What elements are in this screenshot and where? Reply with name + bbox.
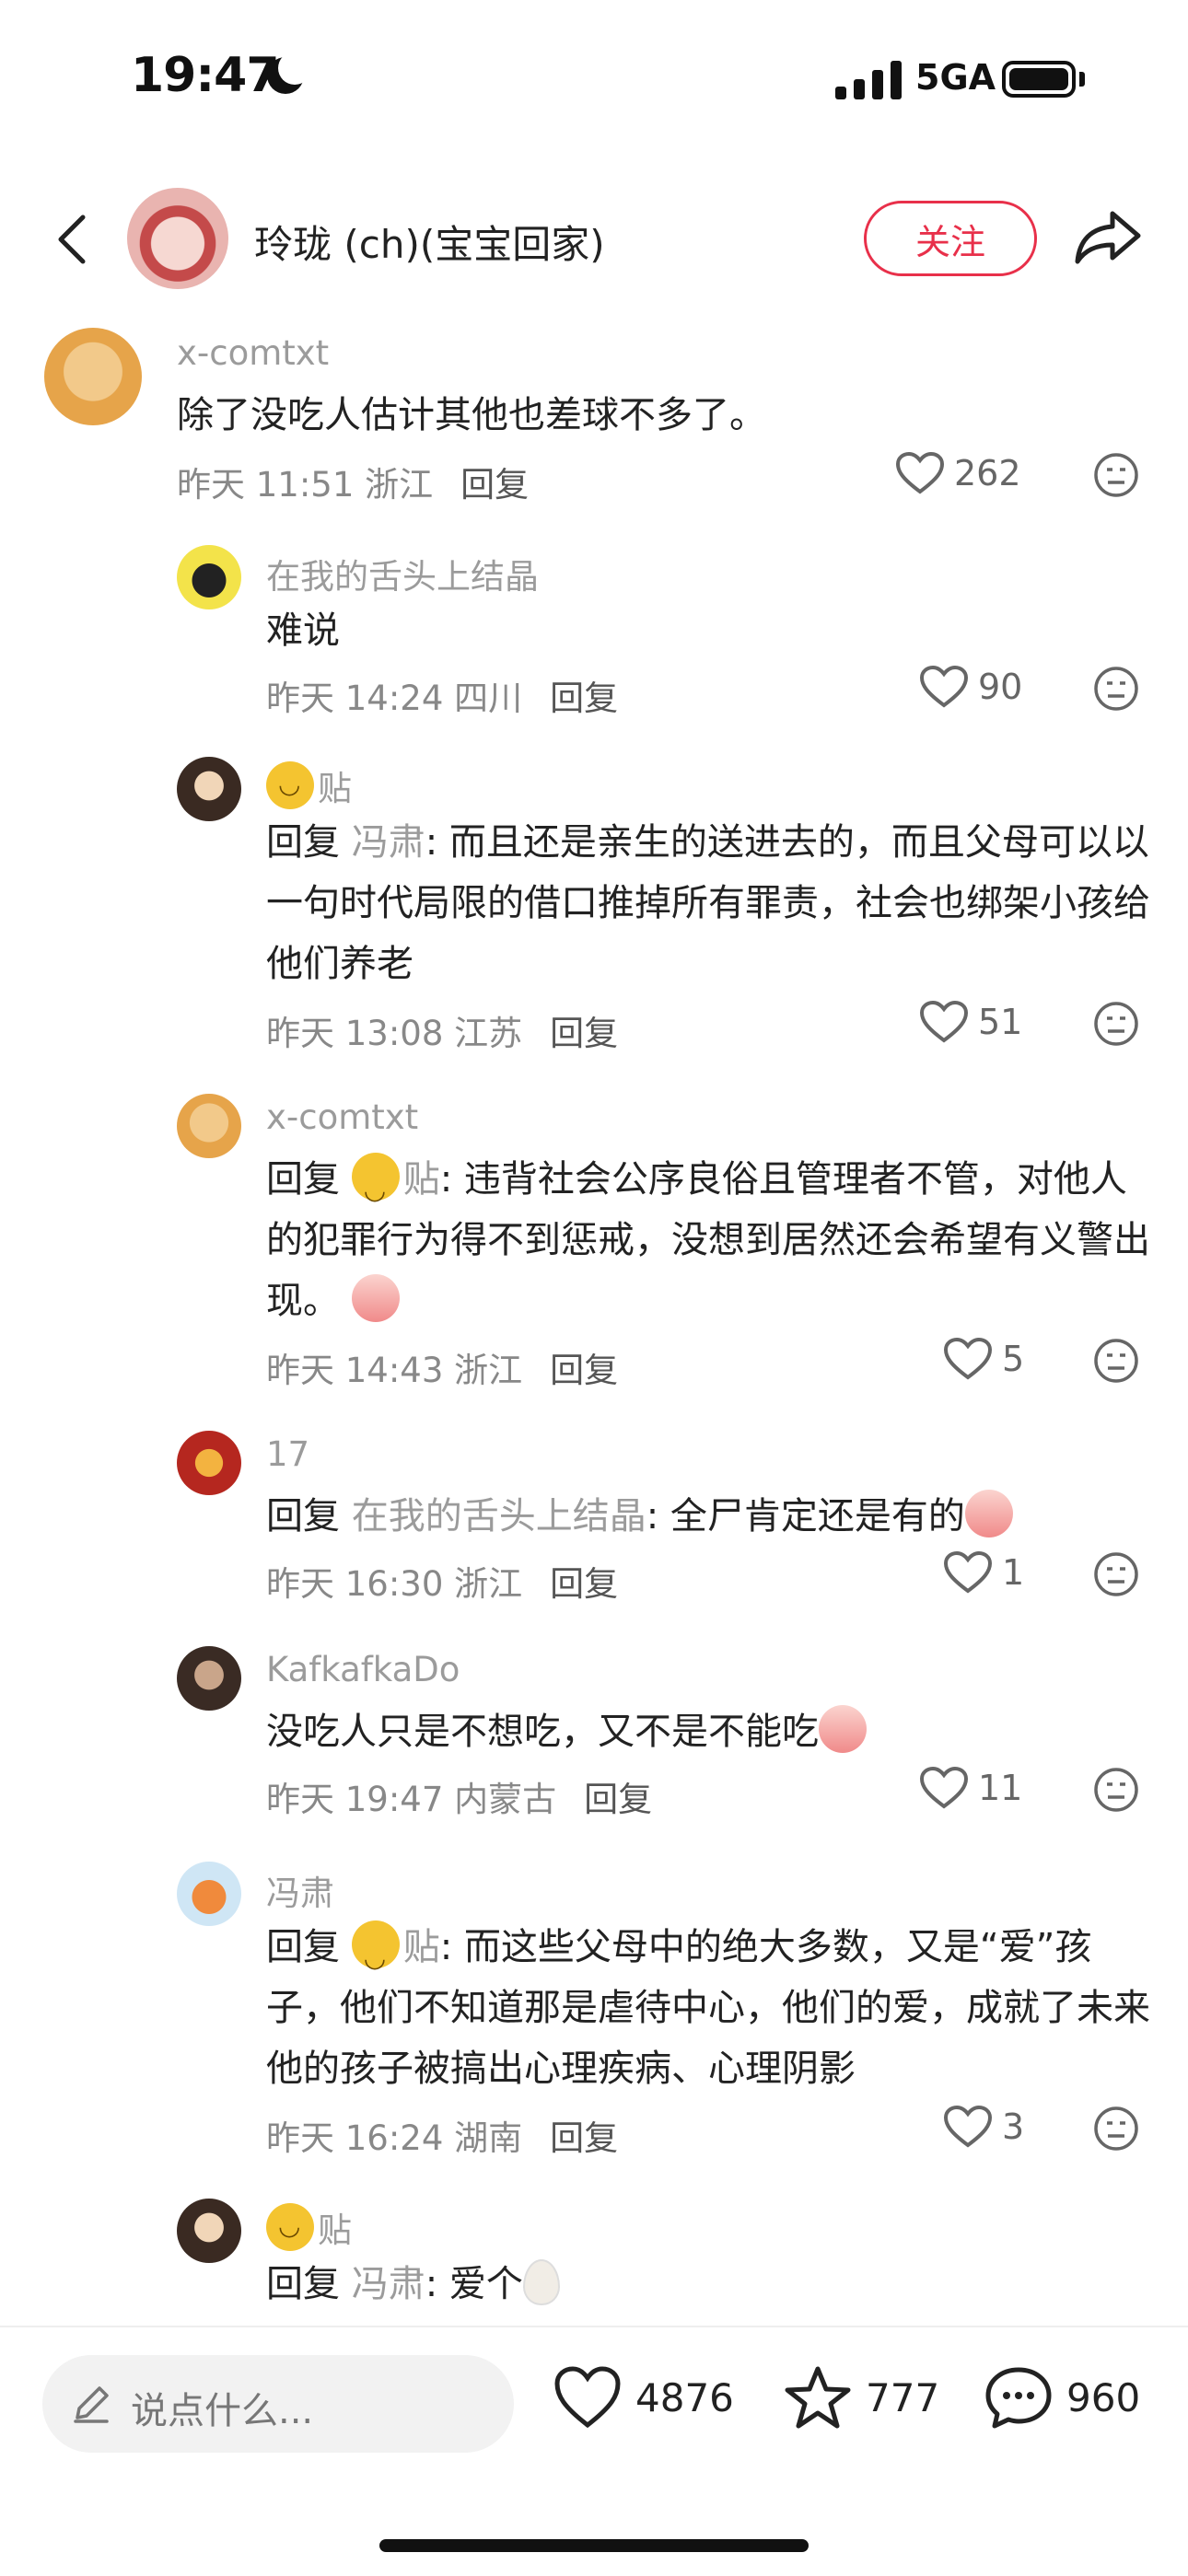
like-button[interactable]: 11	[919, 1766, 1022, 1810]
comment-username[interactable]: 贴	[266, 2202, 352, 2252]
comment-username[interactable]: KafkafkaDo	[266, 1650, 460, 1689]
reply-button[interactable]: 回复	[550, 1564, 618, 1604]
input-placeholder: 说点什么...	[131, 2390, 314, 2432]
comment-meta: 昨天 16:24 湖南 回复	[266, 2118, 619, 2158]
comment-meta: 昨天 14:24 四川 回复	[266, 679, 619, 718]
avatar[interactable]	[177, 1431, 241, 1495]
comment-username[interactable]: x-comtxt	[266, 1097, 418, 1137]
status-time: 19:47	[131, 48, 280, 103]
smile-emoji-icon	[351, 1153, 400, 1221]
crying-peach-emoji-icon	[964, 1490, 1013, 1537]
comment-input[interactable]: 说点什么...	[42, 2355, 514, 2453]
bottom-action-bar: 说点什么... 4876 777 960	[0, 2326, 1188, 2576]
like-button[interactable]: 3	[943, 2105, 1024, 2149]
dislike-icon[interactable]	[1092, 1000, 1140, 1048]
reply-button[interactable]: 回复	[550, 679, 618, 718]
avatar[interactable]	[177, 545, 241, 609]
avatar[interactable]	[177, 1094, 241, 1158]
heart-icon	[895, 451, 945, 494]
avatar[interactable]	[177, 1646, 241, 1711]
battery-cap	[1079, 72, 1085, 87]
comment-meta: 昨天 19:47 内蒙古 回复	[266, 1780, 653, 1819]
heart-icon	[943, 2105, 993, 2148]
comment-username[interactable]: 贴	[266, 760, 352, 810]
author-name[interactable]: 玲珑 (ch)(宝宝回家)	[254, 214, 605, 270]
back-icon[interactable]	[46, 212, 101, 267]
share-icon[interactable]	[1074, 208, 1142, 267]
signal-icon	[835, 59, 902, 99]
reply-button[interactable]: 回复	[550, 1014, 618, 1053]
comment-text: 没吃人只是不想吃，又不是不能吃	[266, 1701, 1150, 1762]
comment-username[interactable]: 冯肃	[266, 1865, 334, 1915]
battery-icon	[1002, 61, 1076, 98]
dislike-icon[interactable]	[1092, 451, 1140, 499]
smile-emoji-icon	[351, 1920, 400, 1989]
comment-text: 回复 在我的舌头上结晶: 全尸肯定还是有的	[266, 1486, 1150, 1547]
like-button[interactable]: 51	[919, 1000, 1022, 1044]
favorite-button[interactable]: 777	[783, 2364, 939, 2431]
like-button[interactable]: 1	[943, 1550, 1024, 1595]
avatar[interactable]	[44, 328, 142, 425]
dislike-icon[interactable]	[1092, 2105, 1140, 2152]
pencil-icon	[74, 2386, 109, 2423]
heart-icon	[554, 2366, 621, 2429]
comment-text: 除了没吃人估计其他也差球不多了。	[177, 394, 766, 436]
heart-icon	[919, 665, 969, 708]
header: 玲珑 (ch)(宝宝回家) 关注	[0, 184, 1188, 296]
reply-button[interactable]: 回复	[460, 465, 529, 505]
status-bar: 19:47 5GA	[0, 0, 1188, 157]
like-post-button[interactable]: 4876	[553, 2364, 734, 2431]
dislike-icon[interactable]	[1092, 665, 1140, 713]
comment-meta: 昨天 13:08 江苏 回复	[266, 1014, 619, 1053]
comment-meta: 昨天 16:30 浙江 回复	[266, 1564, 619, 1604]
follow-button[interactable]: 关注	[864, 201, 1037, 276]
comment-bubble-icon	[985, 2367, 1052, 2429]
reply-button[interactable]: 回复	[550, 2118, 618, 2158]
avatar[interactable]	[177, 757, 241, 821]
like-button[interactable]: 262	[895, 451, 1021, 495]
heart-icon	[919, 1000, 969, 1043]
heart-icon	[919, 1766, 969, 1809]
egg-emoji-icon	[522, 2259, 560, 2305]
reply-button[interactable]: 回复	[584, 1780, 652, 1819]
comment-meta: 昨天 14:43 浙江 回复	[266, 1351, 619, 1390]
dislike-icon[interactable]	[1092, 1337, 1140, 1385]
star-icon	[785, 2366, 851, 2429]
crying-peach-emoji-icon	[819, 1705, 867, 1753]
smile-emoji-icon	[266, 761, 314, 809]
comments-button[interactable]: 960	[984, 2364, 1140, 2431]
heart-icon	[943, 1337, 993, 1380]
comment-username[interactable]: 17	[266, 1434, 309, 1474]
comment-text: 回复 冯肃: 而且还是亲生的送进去的，而且父母可以以一句时代局限的借口推掉所有罪…	[266, 821, 1150, 985]
like-button[interactable]: 5	[943, 1337, 1024, 1381]
dislike-icon[interactable]	[1092, 1550, 1140, 1598]
comment-text: 回复 冯肃: 爱个	[266, 2254, 1150, 2315]
reply-button[interactable]: 回复	[550, 1351, 618, 1390]
comment-text: 难说	[266, 609, 340, 652]
like-button[interactable]: 90	[919, 665, 1022, 709]
network-type: 5GA	[915, 57, 996, 98]
moon-icon	[267, 52, 311, 94]
heart-icon	[943, 1550, 993, 1594]
smile-emoji-icon	[266, 2203, 314, 2251]
comment-list[interactable]: x-comtxt 除了没吃人估计其他也差球不多了。 昨天 11:51 浙江 回复 …	[0, 313, 1188, 2320]
comment-username[interactable]: x-comtxt	[177, 333, 329, 373]
comment-text: 回复 贴: 而这些父母中的绝大多数，又是“爱”孩子，他们不知道那是虐待中心，他们…	[266, 1917, 1150, 2099]
author-avatar[interactable]	[127, 188, 228, 289]
home-indicator[interactable]	[379, 2539, 809, 2552]
comment-username[interactable]: 在我的舌头上结晶	[266, 549, 539, 598]
avatar[interactable]	[177, 1862, 241, 1926]
avatar[interactable]	[177, 2199, 241, 2263]
comment-meta: 昨天 11:51 浙江 回复	[177, 465, 530, 505]
comment-text: 回复 贴: 违背社会公序良俗且管理者不管，对他人的犯罪行为得不到惩戒，没想到居然…	[266, 1149, 1150, 1331]
crying-peach-emoji-icon	[351, 1274, 400, 1322]
dislike-icon[interactable]	[1092, 1766, 1140, 1814]
